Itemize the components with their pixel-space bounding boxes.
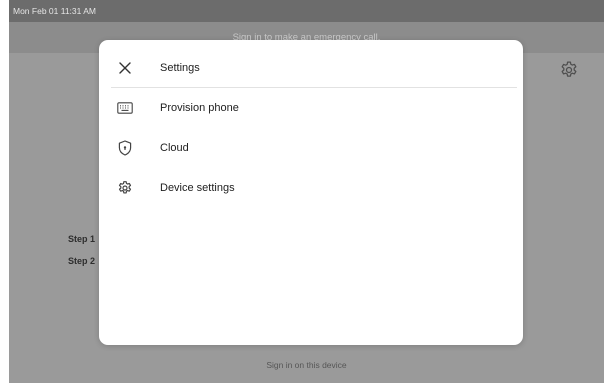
sign-in-on-device-link[interactable]: Sign in on this device bbox=[9, 360, 604, 370]
status-clock: Mon Feb 01 11:31 AM bbox=[13, 6, 97, 16]
gear-icon bbox=[116, 179, 134, 197]
dialog-title: Settings bbox=[160, 62, 200, 74]
keyboard-icon bbox=[116, 99, 134, 117]
shield-icon bbox=[116, 139, 134, 157]
menu-item-cloud[interactable]: Cloud bbox=[99, 128, 523, 168]
step-2-label: Step 2 bbox=[68, 256, 96, 266]
menu-item-device-settings[interactable]: Device settings bbox=[99, 168, 523, 208]
close-icon[interactable] bbox=[115, 58, 135, 78]
menu-item-label: Cloud bbox=[160, 142, 189, 154]
menu-item-provision-phone[interactable]: Provision phone bbox=[99, 88, 523, 128]
settings-dialog: Settings Provision phone Cloud Device se… bbox=[99, 40, 523, 345]
status-bar: Mon Feb 01 11:31 AM bbox=[9, 0, 604, 22]
dialog-header: Settings bbox=[99, 40, 523, 87]
settings-gear-icon[interactable] bbox=[559, 60, 579, 80]
menu-item-label: Device settings bbox=[160, 182, 235, 194]
menu-item-label: Provision phone bbox=[160, 102, 239, 114]
step-1-label: Step 1 bbox=[68, 234, 96, 244]
